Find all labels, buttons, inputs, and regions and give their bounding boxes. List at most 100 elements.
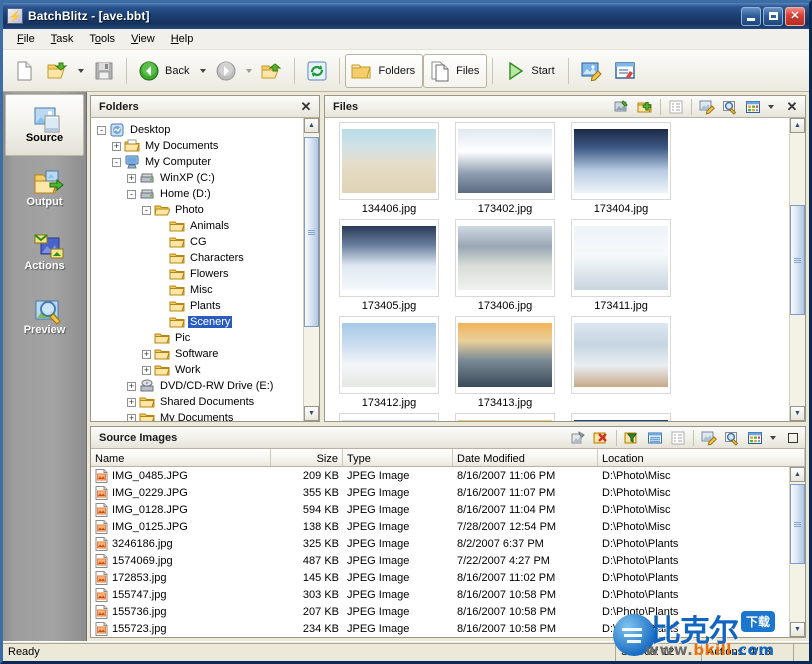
- table-row[interactable]: 155736.jpg 207 KB JPEG Image 8/16/2007 10:5…: [91, 603, 789, 620]
- menu-tools[interactable]: Tools: [81, 31, 123, 47]
- tree-item-dvd-cd-rw-drive-e[interactable]: + DVD/CD-RW Drive (E:): [95, 378, 303, 394]
- tree-item-flowers[interactable]: Flowers: [95, 266, 303, 282]
- tree-item-characters[interactable]: Characters: [95, 250, 303, 266]
- thumbnail-item[interactable]: [563, 413, 679, 421]
- source-images-vertical-scrollbar[interactable]: ▲ ▼: [789, 467, 805, 637]
- tree-item-software[interactable]: + Software: [95, 346, 303, 362]
- folders-scroll-down-button[interactable]: ▼: [304, 406, 319, 421]
- tree-expand-icon[interactable]: +: [142, 365, 151, 375]
- add-images-icon[interactable]: [634, 97, 656, 116]
- source-scroll-up-button[interactable]: ▲: [790, 467, 805, 482]
- view-mode-dropdown-arrow[interactable]: [770, 435, 776, 440]
- source-images-list[interactable]: IMG_0485.JPG 209 KB JPEG Image 8/16/2007 11…: [91, 467, 789, 637]
- tree-collapse-icon[interactable]: -: [97, 125, 106, 135]
- folders-vertical-scrollbar[interactable]: ▲ ▼: [303, 118, 319, 421]
- tree-item-animals[interactable]: Animals: [95, 218, 303, 234]
- details-icon[interactable]: [644, 428, 666, 447]
- tree-expand-icon[interactable]: +: [127, 381, 136, 391]
- tree-item-my-documents[interactable]: + My Documents: [95, 138, 303, 154]
- table-row[interactable]: 172853.jpg 145 KB JPEG Image 8/16/2007 11:0…: [91, 569, 789, 586]
- up-button[interactable]: [255, 54, 289, 88]
- view-mode-dropdown-arrow[interactable]: [768, 104, 774, 109]
- files-scroll-track[interactable]: [790, 133, 805, 406]
- sidebar-item-source[interactable]: Source: [5, 94, 84, 156]
- close-button[interactable]: [785, 6, 805, 26]
- files-scroll-up-button[interactable]: ▲: [790, 118, 805, 133]
- tree-item-shared-documents[interactable]: + Shared Documents: [95, 394, 303, 410]
- list-icon[interactable]: [667, 428, 689, 447]
- list-icon[interactable]: [665, 97, 687, 116]
- table-row[interactable]: IMG_0125.JPG 138 KB JPEG Image 7/28/2007 12…: [91, 518, 789, 535]
- files-vertical-scrollbar[interactable]: ▲ ▼: [789, 118, 805, 421]
- add-icon[interactable]: [567, 428, 589, 447]
- folders-close-icon[interactable]: ✕: [296, 98, 316, 116]
- tree-collapse-icon[interactable]: -: [127, 189, 136, 199]
- folder-tree[interactable]: - Desktop + My Documents - My Computer + WinXP …: [91, 118, 303, 421]
- view-mode-icon[interactable]: [742, 97, 764, 116]
- tree-item-pic[interactable]: Pic: [95, 330, 303, 346]
- table-row[interactable]: 3246186.jpg 325 KB JPEG Image 8/2/2007 6:37…: [91, 535, 789, 552]
- tree-expand-icon[interactable]: +: [112, 141, 121, 151]
- back-dropdown-arrow[interactable]: [200, 68, 207, 73]
- folders-scroll-up-button[interactable]: ▲: [304, 118, 319, 133]
- column-header-type[interactable]: Type: [343, 449, 453, 466]
- forward-button[interactable]: [209, 54, 243, 88]
- source-scroll-track[interactable]: [790, 482, 805, 622]
- thumbnail-item[interactable]: [563, 316, 679, 409]
- maximize-button[interactable]: [763, 6, 783, 26]
- files-scroll-thumb[interactable]: [790, 205, 805, 315]
- menu-file[interactable]: File: [9, 31, 43, 47]
- thumbnail-item[interactable]: 173405.jpg: [331, 219, 447, 312]
- tree-item-misc[interactable]: Misc: [95, 282, 303, 298]
- sidebar-item-output[interactable]: Output: [5, 158, 84, 220]
- new-button[interactable]: [7, 54, 41, 88]
- table-row[interactable]: 155747.jpg 303 KB JPEG Image 8/16/2007 10:5…: [91, 586, 789, 603]
- edit-icon[interactable]: [698, 428, 720, 447]
- open-dropdown-arrow[interactable]: [78, 68, 84, 73]
- tree-expand-icon[interactable]: +: [142, 349, 151, 359]
- folders-scroll-thumb[interactable]: [304, 137, 319, 327]
- thumbnail-item[interactable]: 134406.jpg: [331, 122, 447, 215]
- source-scroll-down-button[interactable]: ▼: [790, 622, 805, 637]
- tree-item-my-documents[interactable]: + My Documents: [95, 410, 303, 421]
- column-header-name[interactable]: Name: [91, 449, 271, 466]
- source-images-maximize-icon[interactable]: [784, 429, 802, 447]
- tree-expand-icon[interactable]: +: [127, 413, 136, 421]
- tree-item-desktop[interactable]: - Desktop: [95, 122, 303, 138]
- tree-collapse-icon[interactable]: -: [112, 157, 121, 167]
- table-row[interactable]: 1574069.jpg 487 KB JPEG Image 7/22/2007 4:2…: [91, 552, 789, 569]
- files-scroll-down-button[interactable]: ▼: [790, 406, 805, 421]
- save-button[interactable]: [87, 54, 121, 88]
- tree-item-photo[interactable]: - Photo: [95, 202, 303, 218]
- minimize-button[interactable]: [741, 6, 761, 26]
- table-row[interactable]: IMG_0128.JPG 594 KB JPEG Image 8/16/2007 11…: [91, 501, 789, 518]
- menu-help[interactable]: Help: [163, 31, 202, 47]
- tree-item-cg[interactable]: CG: [95, 234, 303, 250]
- thumbnail-view[interactable]: 134406.jpg 173402.jpg 173404.jpg 173405.jpg…: [325, 118, 789, 421]
- files-close-icon[interactable]: ✕: [782, 98, 802, 116]
- folders-button[interactable]: Folders: [345, 53, 424, 88]
- refresh-button[interactable]: [300, 54, 334, 88]
- menu-view[interactable]: View: [123, 31, 163, 47]
- thumbnail-item[interactable]: 173406.jpg: [447, 219, 563, 312]
- search-icon[interactable]: [719, 97, 741, 116]
- tree-item-my-computer[interactable]: - My Computer: [95, 154, 303, 170]
- thumbnail-item[interactable]: 173412.jpg: [331, 316, 447, 409]
- tree-collapse-icon[interactable]: -: [142, 205, 151, 215]
- thumbnail-item[interactable]: [447, 413, 563, 421]
- search-icon[interactable]: [721, 428, 743, 447]
- edit-icon[interactable]: [696, 97, 718, 116]
- table-row[interactable]: 155723.jpg 234 KB JPEG Image 8/16/2007 10:5…: [91, 620, 789, 637]
- menu-task[interactable]: Task: [43, 31, 82, 47]
- tree-item-home-d[interactable]: - Home (D:): [95, 186, 303, 202]
- thumbnail-item[interactable]: 173402.jpg: [447, 122, 563, 215]
- folders-scroll-track[interactable]: [304, 133, 319, 406]
- files-button[interactable]: Files: [423, 53, 488, 88]
- tree-item-winxp-c[interactable]: + WinXP (C:): [95, 170, 303, 186]
- table-row[interactable]: IMG_0229.JPG 355 KB JPEG Image 8/16/2007 11…: [91, 484, 789, 501]
- thumbnail-item[interactable]: 173411.jpg: [563, 219, 679, 312]
- column-header-date-modified[interactable]: Date Modified: [453, 449, 598, 466]
- thumbnail-item[interactable]: 173404.jpg: [563, 122, 679, 215]
- open-button[interactable]: [41, 54, 75, 88]
- thumbnail-item[interactable]: 173413.jpg: [447, 316, 563, 409]
